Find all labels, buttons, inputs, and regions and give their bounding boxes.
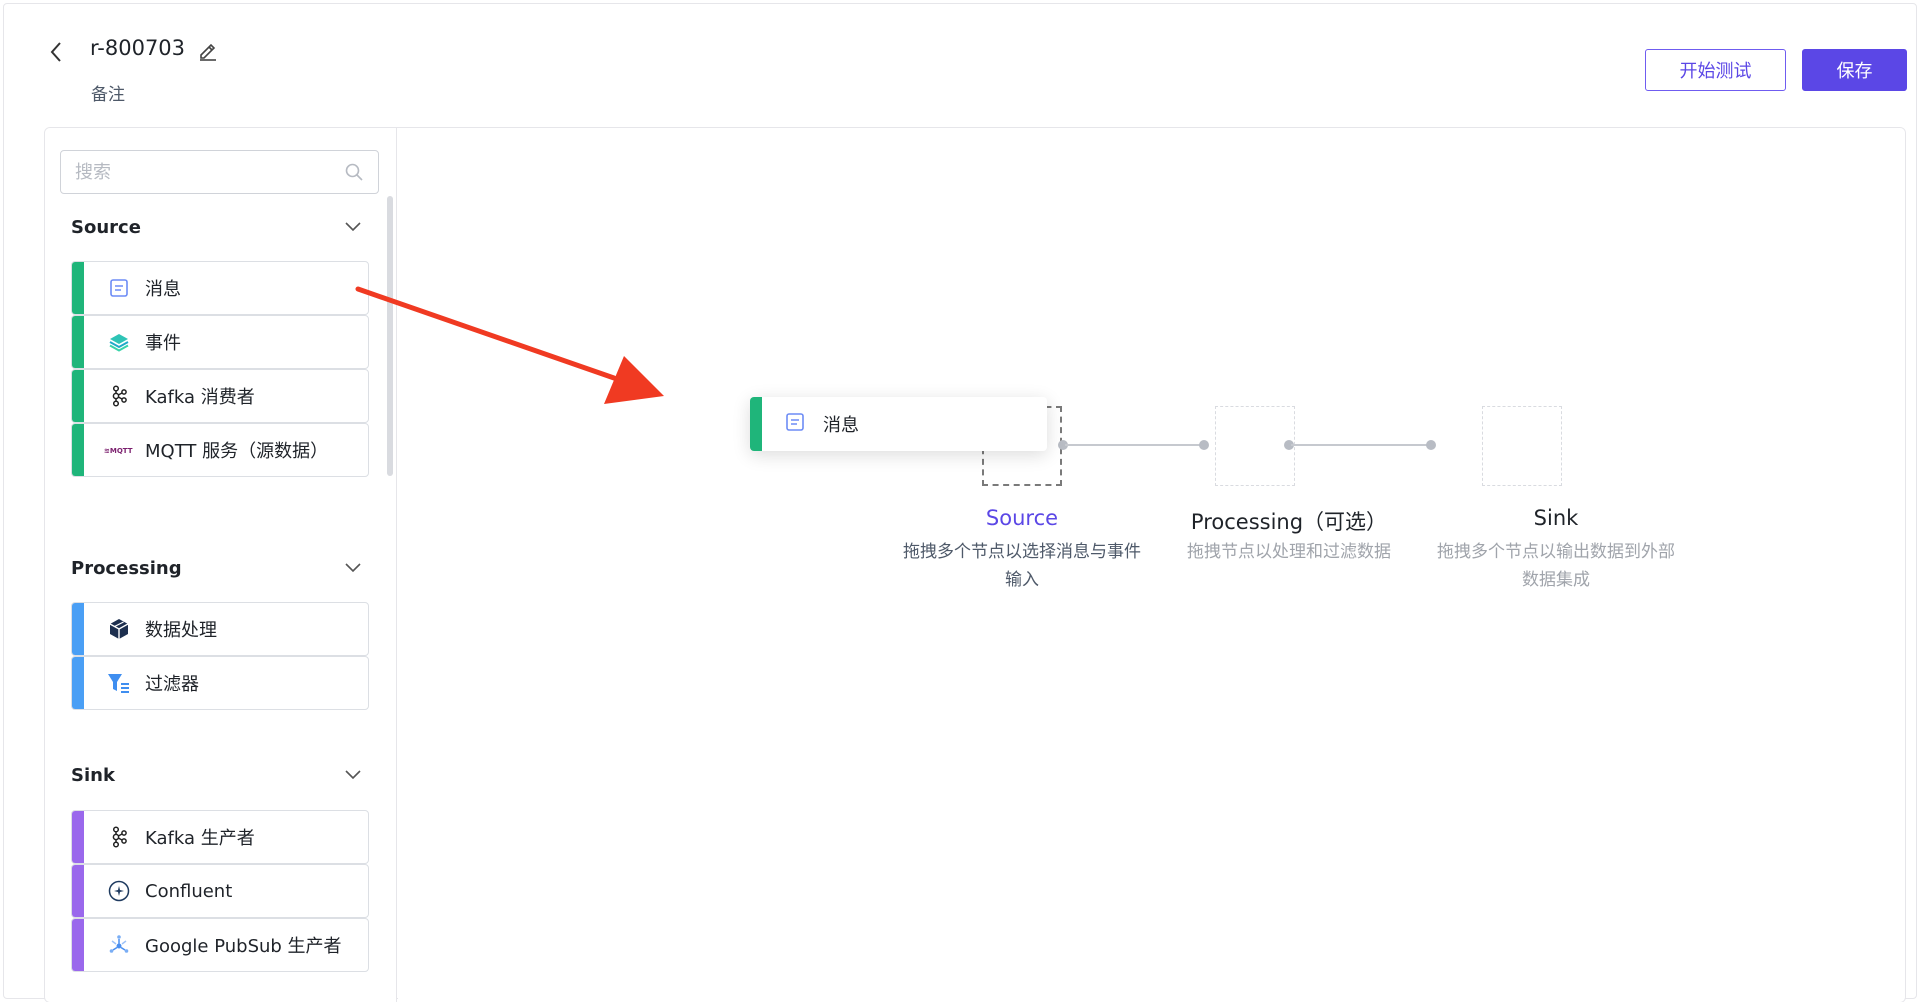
save-button[interactable]: 保存 — [1802, 49, 1907, 91]
chevron-down-icon — [345, 222, 361, 232]
kafka-icon — [107, 825, 131, 849]
node-label: 消息 — [145, 279, 181, 300]
node-label: 消息 — [823, 415, 859, 436]
node-label: Kafka 消费者 — [145, 387, 255, 408]
stage-source-description: 拖拽多个节点以选择消息与事件输入 — [903, 542, 1141, 590]
sidebar-scrollbar[interactable] — [387, 196, 393, 476]
section-processing-header[interactable]: Processing — [71, 553, 361, 583]
node-processing-filter[interactable]: 过滤器 — [71, 656, 369, 710]
node-processing-data[interactable]: 数据处理 — [71, 602, 369, 656]
stage-processing-description: 拖拽节点以处理和过滤数据 — [1187, 542, 1391, 562]
page-title: r-800703 — [90, 36, 186, 60]
filter-icon — [107, 671, 131, 695]
node-sink-kafka-producer[interactable]: Kafka 生产者 — [71, 810, 369, 864]
pubsub-icon — [107, 933, 131, 957]
node-source-kafka-consumer[interactable]: Kafka 消费者 — [71, 369, 369, 423]
section-title: Source — [71, 216, 141, 238]
search-icon — [345, 163, 363, 181]
search-box[interactable] — [60, 150, 379, 194]
stage-source-title: Source — [985, 506, 1059, 530]
connector-dot — [1426, 440, 1436, 450]
sink-drop-slot[interactable] — [1482, 406, 1562, 486]
stage-processing-title: Processing（可选） — [1190, 510, 1388, 534]
app-window: r-800703 备注 开始测试 保存 Source 消息 — [3, 3, 1917, 1002]
confluent-icon — [107, 879, 131, 903]
chevron-down-icon — [345, 563, 361, 573]
section-title: Processing — [71, 557, 182, 579]
processing-drop-slot[interactable] — [1215, 406, 1295, 486]
connector-line — [1291, 444, 1431, 446]
layers-icon — [107, 330, 131, 354]
node-source-message[interactable]: 消息 — [71, 261, 369, 315]
section-sink-header[interactable]: Sink — [71, 760, 361, 790]
chevron-down-icon — [345, 770, 361, 780]
node-label: Google PubSub 生产者 — [145, 936, 342, 957]
node-label: 过滤器 — [145, 674, 199, 695]
node-source-mqtt[interactable]: ≋MQTT MQTT 服务（源数据） — [71, 423, 369, 477]
flow-canvas[interactable]: Source 拖拽多个节点以选择消息与事件输入 Processing（可选） 拖… — [398, 128, 1905, 1002]
back-button[interactable] — [44, 38, 68, 66]
kafka-icon — [107, 384, 131, 408]
svg-text:≋MQTT: ≋MQTT — [104, 447, 133, 455]
page-remark[interactable]: 备注 — [91, 80, 125, 105]
node-label: 数据处理 — [145, 620, 217, 641]
section-title: Sink — [71, 764, 115, 786]
node-label: 事件 — [145, 333, 181, 354]
connector-dot — [1199, 440, 1209, 450]
node-source-event[interactable]: 事件 — [71, 315, 369, 369]
start-test-button[interactable]: 开始测试 — [1645, 49, 1786, 91]
node-label: Confluent — [145, 880, 233, 902]
stage-sink-title: Sink — [1533, 506, 1579, 530]
chevron-left-icon — [50, 42, 61, 62]
node-sink-google-pubsub[interactable]: Google PubSub 生产者 — [71, 918, 369, 972]
message-icon — [785, 412, 809, 436]
mqtt-logo-icon: ≋MQTT — [104, 438, 134, 462]
search-input[interactable] — [75, 161, 344, 183]
node-label: MQTT 服务（源数据） — [145, 441, 329, 462]
stage-sink-description: 拖拽多个节点以输出数据到外部数据集成 — [1437, 542, 1675, 590]
edit-icon[interactable] — [197, 39, 219, 61]
flow-editor: Source 消息 事件 — [44, 127, 1906, 1002]
dragging-node-message[interactable]: 消息 — [750, 397, 1047, 451]
node-sink-confluent[interactable]: Confluent — [71, 864, 369, 918]
section-source-header[interactable]: Source — [71, 212, 361, 242]
node-label: Kafka 生产者 — [145, 828, 255, 849]
node-palette: Source 消息 事件 — [45, 128, 397, 1002]
cube-icon — [107, 617, 131, 641]
connector-line — [1065, 444, 1205, 446]
message-icon — [107, 276, 131, 300]
